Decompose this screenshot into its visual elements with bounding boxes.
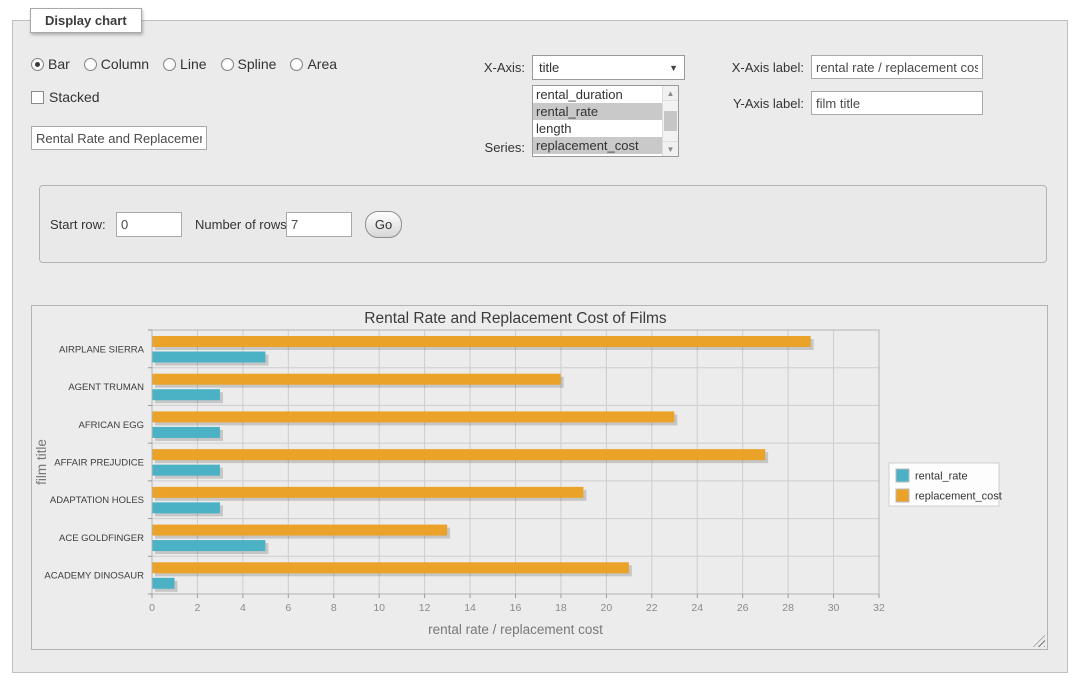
x-tick-label: 18 <box>555 602 567 614</box>
category-label: AIRPLANE SIERRA <box>59 344 145 355</box>
x-tick-label: 30 <box>828 602 840 614</box>
x-tick-label: 24 <box>691 602 703 614</box>
chart-container: 02468101214161820222426283032AIRPLANE SI… <box>31 305 1048 650</box>
x-axis-select-label: X-Axis: <box>405 55 525 80</box>
category-label: ACADEMY DINOSAUR <box>44 571 144 582</box>
radio-label: Area <box>307 56 337 72</box>
bar <box>152 352 265 363</box>
x-axis-select[interactable]: title ▼ <box>532 55 685 80</box>
x-axis-select-value: title <box>539 60 559 75</box>
chart-type-radio-column[interactable]: Column <box>84 56 149 72</box>
radio-label: Bar <box>48 56 70 72</box>
x-tick-label: 32 <box>873 602 885 614</box>
chart-type-radio-spline[interactable]: Spline <box>221 56 277 72</box>
number-of-rows-input[interactable] <box>286 212 352 237</box>
category-label: ADAPTATION HOLES <box>50 495 144 506</box>
bar <box>152 336 811 347</box>
legend-label: rental_rate <box>915 471 968 483</box>
x-tick-label: 16 <box>510 602 522 614</box>
x-axis-title: rental rate / replacement cost <box>428 622 603 637</box>
chart-title: Rental Rate and Replacement Cost of Film… <box>364 310 667 327</box>
category-label: AGENT TRUMAN <box>68 382 144 393</box>
chart-type-radio-group: Bar Column Line Spline Area <box>31 56 345 72</box>
chart-type-radio-bar[interactable]: Bar <box>31 56 70 72</box>
series-option-rental_rate[interactable]: rental_rate <box>533 103 662 120</box>
x-tick-label: 28 <box>782 602 794 614</box>
bar <box>152 562 629 573</box>
x-tick-label: 8 <box>331 602 337 614</box>
x-tick-label: 26 <box>737 602 749 614</box>
stacked-checkbox[interactable] <box>31 91 44 104</box>
radio-icon[interactable] <box>290 58 303 71</box>
x-tick-label: 22 <box>646 602 658 614</box>
bar <box>152 525 447 536</box>
bar <box>152 465 220 476</box>
bar <box>152 411 674 422</box>
x-axis-label-input[interactable] <box>811 55 983 79</box>
y-axis-title: film title <box>34 439 49 485</box>
legend-swatch <box>896 489 909 502</box>
go-button[interactable]: Go <box>365 211 402 238</box>
x-tick-label: 20 <box>601 602 613 614</box>
bar <box>152 427 220 438</box>
series-list-label: Series: <box>405 139 525 156</box>
category-label: AFRICAN EGG <box>79 420 144 431</box>
bar <box>152 449 765 460</box>
x-tick-label: 10 <box>373 602 385 614</box>
chart-legend: rental_rate replacement_cost <box>889 463 1002 506</box>
bar <box>152 487 583 498</box>
scroll-down-icon[interactable]: ▼ <box>663 141 678 156</box>
bar-chart: 02468101214161820222426283032AIRPLANE SI… <box>32 306 1047 649</box>
radio-icon[interactable] <box>221 58 234 71</box>
series-options: rental_durationrental_ratelengthreplacem… <box>533 86 662 156</box>
chart-title-input[interactable] <box>31 126 207 150</box>
series-option-replacement_cost[interactable]: replacement_cost <box>533 137 662 154</box>
radio-icon[interactable] <box>163 58 176 71</box>
x-tick-label: 12 <box>419 602 431 614</box>
bar <box>152 578 174 589</box>
x-tick-label: 14 <box>464 602 476 614</box>
category-label: ACE GOLDFINGER <box>59 533 144 544</box>
bar <box>152 389 220 400</box>
radio-label: Column <box>101 56 149 72</box>
series-listbox[interactable]: rental_durationrental_ratelengthreplacem… <box>532 85 679 157</box>
chart-type-radio-line[interactable]: Line <box>163 56 206 72</box>
y-axis-label-caption: Y-Axis label: <box>675 91 804 116</box>
bar <box>152 540 265 551</box>
y-axis-label-input[interactable] <box>811 91 983 115</box>
x-tick-label: 2 <box>195 602 201 614</box>
radio-icon[interactable] <box>31 58 44 71</box>
series-option-length[interactable]: length <box>533 120 662 137</box>
stacked-checkbox-row[interactable]: Stacked <box>31 89 100 105</box>
bar <box>152 374 561 385</box>
legend-label: replacement_cost <box>915 491 1002 503</box>
radio-label: Line <box>180 56 206 72</box>
fieldset-legend-tab: Display chart <box>30 8 142 33</box>
category-label: AFFAIR PREJUDICE <box>54 458 144 469</box>
start-row-label: Start row: <box>50 212 106 237</box>
bar <box>152 502 220 513</box>
x-axis-label-caption: X-Axis label: <box>675 55 804 80</box>
start-row-input[interactable] <box>116 212 182 237</box>
display-chart-fieldset: Display chart BarColumnLineSplineArea St… <box>12 20 1068 673</box>
x-tick-label: 6 <box>285 602 291 614</box>
row-range-panel: Start row: Number of rows: Go <box>39 185 1047 263</box>
number-of-rows-label: Number of rows: <box>195 212 290 237</box>
page: Display chart Bar Column Line Spline Area St… <box>0 0 1081 681</box>
x-tick-label: 4 <box>240 602 246 614</box>
chart-type-radio-area[interactable]: Area <box>290 56 337 72</box>
x-tick-label: 0 <box>149 602 155 614</box>
legend-swatch <box>896 469 909 482</box>
radio-icon[interactable] <box>84 58 97 71</box>
series-option-rental_duration[interactable]: rental_duration <box>533 86 662 103</box>
stacked-label: Stacked <box>49 89 100 105</box>
radio-label: Spline <box>238 56 277 72</box>
